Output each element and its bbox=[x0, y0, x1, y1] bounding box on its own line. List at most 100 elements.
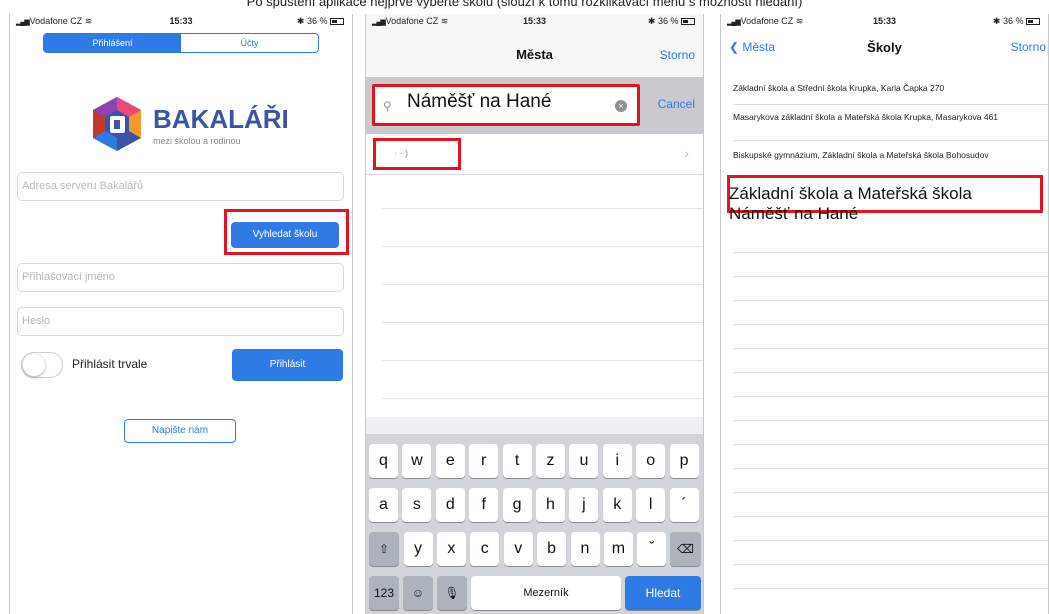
divider bbox=[733, 140, 1048, 141]
login-button[interactable]: Přihlásit bbox=[232, 349, 343, 381]
keyboard-key[interactable]: k bbox=[602, 488, 632, 522]
divider bbox=[733, 396, 1048, 397]
divider bbox=[733, 564, 1048, 565]
divider bbox=[382, 246, 703, 247]
find-school-button[interactable]: Vyhledat školu bbox=[231, 222, 339, 248]
keyboard-key[interactable]: c bbox=[470, 532, 500, 566]
divider bbox=[382, 360, 703, 361]
keyboard-key[interactable]: i bbox=[602, 444, 632, 478]
username-input[interactable]: Přihlašovací jméno bbox=[17, 263, 344, 292]
keyboard-key[interactable]: q bbox=[369, 444, 398, 478]
status-bar: ▂▄▆ Vodafone CZ ≋ 15:33 ✱ 36 % bbox=[721, 14, 1048, 29]
server-address-input[interactable]: Adresa serveru Bakalářů bbox=[17, 172, 344, 201]
keyboard-key[interactable]: l bbox=[636, 488, 666, 522]
keyboard-row-1: qwertzuiop bbox=[366, 444, 703, 478]
list-item[interactable]: Biskupské gymnázium, Základní škola a Ma… bbox=[733, 150, 1038, 172]
cancel-nav-button[interactable]: Storno bbox=[1011, 40, 1046, 54]
keyboard-key[interactable]: o bbox=[636, 444, 666, 478]
schools-screen: ▂▄▆ Vodafone CZ ≋ 15:33 ✱ 36 % ❮ Města Š… bbox=[720, 14, 1049, 614]
divider bbox=[733, 420, 1048, 421]
status-bar: ▂▄▆ Vodafone CZ ≋ 15:33 ✱ 36 % bbox=[10, 14, 352, 29]
keyboard-key[interactable]: p bbox=[669, 444, 699, 478]
keyboard-key[interactable]: t bbox=[502, 444, 532, 478]
microphone-key[interactable]: 🎙 bbox=[437, 576, 467, 610]
city-results-list: · · ) › bbox=[366, 134, 703, 417]
result-label: · · ) bbox=[394, 148, 408, 158]
login-screen: ▂▄▆ Vodafone CZ ≋ 15:33 ✱ 36 % Přihlášen… bbox=[9, 14, 353, 614]
page-caption: Po spuštění aplikace nejprve vyberte ško… bbox=[246, 0, 803, 9]
keyboard-key[interactable]: n bbox=[570, 532, 600, 566]
list-item[interactable]: Masarykova základní škola a Mateřská ško… bbox=[733, 112, 1038, 123]
write-us-button[interactable]: Napište nám bbox=[124, 419, 236, 443]
divider bbox=[733, 492, 1048, 493]
keyboard-key[interactable]: ´ bbox=[669, 488, 699, 522]
divider bbox=[733, 348, 1048, 349]
keyboard-key[interactable]: j bbox=[569, 488, 599, 522]
keyboard-key[interactable]: a bbox=[369, 488, 398, 522]
keyboard-key[interactable]: d bbox=[435, 488, 465, 522]
keyboard-row-3: ⇧ ⌫ yxcvbnmˇ bbox=[366, 532, 703, 566]
tab-login[interactable]: Přihlášení bbox=[44, 34, 181, 52]
keyboard-key[interactable]: m bbox=[603, 532, 633, 566]
schools-nav-bar: ❮ Města Školy Storno bbox=[721, 29, 1048, 69]
keyboard-key[interactable]: s bbox=[402, 488, 432, 522]
tab-accounts[interactable]: Účty bbox=[181, 34, 318, 52]
battery-percent: 36 % bbox=[306, 16, 328, 26]
divider bbox=[733, 324, 1048, 325]
on-screen-keyboard: qwertzuiop a s d f g h j k l ´ ⇧ ⌫ yxcvbnmˇ 123 ☺… bbox=[366, 434, 703, 614]
list-item-selected[interactable]: Základní škola a Mateřská škola Náměšť n… bbox=[729, 184, 979, 224]
list-item[interactable]: Základní škola a Střední škola Krupka, K… bbox=[733, 83, 1038, 94]
keyboard-key[interactable]: r bbox=[469, 444, 499, 478]
battery-percent: 36 % bbox=[1002, 16, 1024, 26]
numbers-key[interactable]: 123 bbox=[369, 576, 399, 610]
keyboard-key[interactable]: w bbox=[402, 444, 432, 478]
keyboard-row-2: a s d f g h j k l ´ bbox=[366, 488, 703, 522]
search-go-key[interactable]: Hledat bbox=[625, 576, 701, 610]
divider bbox=[733, 252, 1048, 253]
bluetooth-icon: ✱ bbox=[296, 16, 305, 26]
keyboard-key[interactable]: b bbox=[537, 532, 567, 566]
brand-name: BAKALÁŘI bbox=[153, 104, 289, 134]
keyboard-key[interactable]: x bbox=[436, 532, 466, 566]
keyboard-key[interactable]: z bbox=[536, 444, 565, 478]
remember-toggle[interactable] bbox=[21, 352, 63, 378]
login-segmented-control: Přihlášení Účty bbox=[43, 33, 319, 53]
search-icon: ⚲ bbox=[383, 99, 392, 113]
keyboard-key[interactable]: u bbox=[569, 444, 599, 478]
battery-icon bbox=[1026, 18, 1040, 25]
battery-icon bbox=[330, 18, 344, 25]
city-search-input[interactable]: ⚲ Náměšť na Hané × bbox=[372, 84, 640, 126]
keyboard-key[interactable]: ˇ bbox=[637, 532, 667, 566]
space-key[interactable]: Mezerník bbox=[471, 576, 621, 610]
bakalari-logo-icon bbox=[93, 97, 141, 151]
battery-percent: 36 % bbox=[657, 16, 679, 26]
shift-key[interactable]: ⇧ bbox=[369, 532, 399, 566]
keyboard-key[interactable]: e bbox=[435, 444, 465, 478]
cancel-search-button[interactable]: Cancel bbox=[658, 97, 695, 111]
divider bbox=[733, 516, 1048, 517]
keyboard-key[interactable]: g bbox=[502, 488, 532, 522]
divider bbox=[733, 372, 1048, 373]
search-query: Náměšť na Hané bbox=[407, 91, 552, 112]
list-item[interactable]: · · ) › bbox=[366, 134, 703, 175]
cities-nav-bar: Města Storno bbox=[366, 29, 703, 77]
divider bbox=[382, 322, 703, 323]
keyboard-key[interactable]: h bbox=[536, 488, 565, 522]
battery-icon bbox=[681, 18, 695, 25]
backspace-key[interactable]: ⌫ bbox=[670, 532, 701, 566]
divider bbox=[733, 276, 1048, 277]
divider bbox=[733, 468, 1048, 469]
divider bbox=[382, 284, 703, 285]
keyboard-key[interactable]: v bbox=[503, 532, 533, 566]
cancel-nav-button[interactable]: Storno bbox=[660, 48, 695, 62]
password-input[interactable]: Heslo bbox=[17, 307, 344, 336]
clear-icon[interactable]: × bbox=[615, 100, 627, 112]
remember-label: Přihlásit trvale bbox=[72, 357, 148, 371]
brand-tagline: mezi školou a rodinou bbox=[153, 136, 241, 146]
keyboard-key[interactable]: f bbox=[469, 488, 499, 522]
keyboard-key[interactable]: y bbox=[403, 532, 433, 566]
status-bar: ▂▄▆ Vodafone CZ ≋ 15:33 ✱ 36 % bbox=[366, 14, 703, 29]
emoji-key[interactable]: ☺ bbox=[403, 576, 433, 610]
keyboard-row-4: 123 ☺ 🎙 Mezerník Hledat bbox=[366, 576, 703, 610]
bluetooth-icon: ✱ bbox=[647, 16, 656, 26]
